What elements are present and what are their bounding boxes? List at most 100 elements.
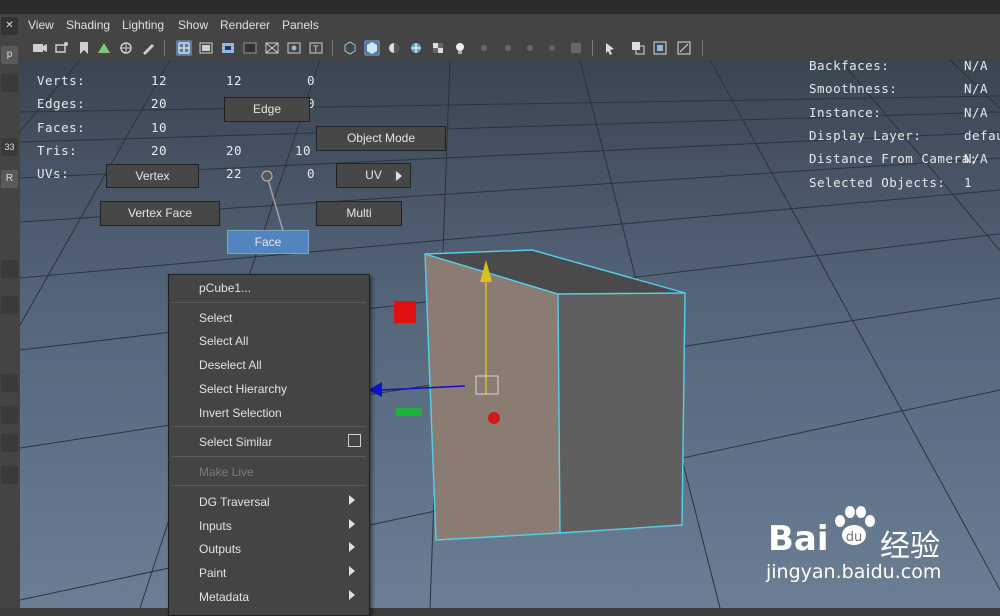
top-strip (0, 0, 1000, 14)
manipulator-red-handle (394, 301, 416, 323)
marking-menu-uv[interactable]: UV (336, 163, 411, 188)
marking-menu-face[interactable]: Face (227, 230, 309, 254)
left-panel: ✕ p 33 R (0, 14, 21, 608)
left-panel-label-1[interactable]: p (1, 46, 18, 64)
toolbar-separator (702, 40, 703, 56)
shadows-icon[interactable] (476, 40, 492, 56)
left-panel-field-4[interactable] (1, 374, 18, 392)
image-plane-icon[interactable] (96, 40, 112, 56)
left-panel-field-1[interactable] (1, 74, 18, 92)
depth-of-field-icon[interactable] (568, 40, 584, 56)
menu-item-inputs[interactable]: Inputs (199, 519, 232, 533)
left-panel-field-6[interactable] (1, 434, 18, 452)
svg-text:T: T (312, 45, 319, 55)
menu-item-deselect-all[interactable]: Deselect All (199, 358, 262, 372)
camera-attributes-icon[interactable] (54, 40, 70, 56)
grease-pencil-icon[interactable] (140, 40, 156, 56)
menu-item-paint[interactable]: Paint (199, 566, 226, 580)
panel-menu-bar: View Shading Lighting Show Renderer Pane… (20, 14, 1000, 36)
camera-icon[interactable] (32, 40, 48, 56)
marking-menu-origin (261, 170, 273, 182)
watermark-url: jingyan.baidu.com (766, 561, 942, 583)
marking-menu-edge[interactable]: Edge (224, 97, 310, 122)
film-gate-icon[interactable] (198, 40, 214, 56)
safe-title-icon[interactable]: T (308, 40, 324, 56)
marking-menu-vertex-face[interactable]: Vertex Face (100, 201, 220, 226)
toolbar-separator (164, 40, 165, 56)
menu-item-pcube1[interactable]: pCube1... (199, 281, 251, 295)
xray-joints-icon[interactable] (676, 40, 692, 56)
svg-text:du: du (846, 530, 863, 545)
watermark-brand-cn: 经验 (880, 529, 940, 564)
submenu-arrow-icon (349, 590, 355, 600)
screen-space-ao-icon[interactable] (500, 40, 516, 56)
cube-right-face (558, 293, 685, 533)
left-panel-field-3[interactable] (1, 296, 18, 314)
use-default-material-icon[interactable] (386, 40, 402, 56)
2d-pan-zoom-icon[interactable] (118, 40, 134, 56)
submenu-arrow-icon (349, 566, 355, 576)
bookmark-icon[interactable] (76, 40, 92, 56)
menu-item-metadata[interactable]: Metadata (199, 590, 249, 604)
motion-blur-icon[interactable] (522, 40, 538, 56)
menu-separator (171, 426, 366, 427)
menu-separator (171, 485, 366, 486)
menu-shading[interactable]: Shading (66, 18, 110, 32)
toolbar-separator (592, 40, 593, 56)
marking-menu-multi[interactable]: Multi (316, 201, 402, 226)
submenu-arrow-icon (396, 171, 402, 181)
watermark: Bai du 经验 jingyan.baidu.com (760, 497, 995, 592)
submenu-arrow-icon (349, 519, 355, 529)
menu-item-dg-traversal[interactable]: DG Traversal (199, 495, 270, 509)
menu-item-select[interactable]: Select (199, 311, 232, 325)
menu-separator (171, 456, 366, 457)
safe-action-icon[interactable] (286, 40, 302, 56)
wireframe-icon[interactable] (342, 40, 358, 56)
menu-item-select-hierarchy[interactable]: Select Hierarchy (199, 382, 287, 396)
menu-item-invert-selection[interactable]: Invert Selection (199, 406, 282, 420)
panel-toolbar: T (20, 36, 1000, 61)
resolution-gate-icon[interactable] (220, 40, 236, 56)
menu-show[interactable]: Show (178, 18, 208, 32)
left-panel-field-5[interactable] (1, 406, 18, 424)
menu-panels[interactable]: Panels (282, 18, 319, 32)
xray-active-components-icon[interactable] (652, 40, 668, 56)
toolbar-separator (332, 40, 333, 56)
marking-menu-uv-label: UV (365, 168, 382, 182)
submenu-arrow-icon (349, 495, 355, 505)
textured-icon[interactable] (430, 40, 446, 56)
manipulator-green-handle (396, 408, 422, 416)
context-menu: pCube1... Select Select All Deselect All… (168, 274, 370, 616)
anti-aliasing-icon[interactable] (544, 40, 560, 56)
xray-icon[interactable] (630, 40, 646, 56)
close-icon[interactable]: ✕ (1, 17, 18, 35)
watermark-brand: Bai (768, 519, 829, 559)
menu-item-outputs[interactable]: Outputs (199, 542, 241, 556)
cube-front-selected-face (425, 254, 560, 540)
gate-mask-icon[interactable] (242, 40, 258, 56)
menu-item-select-all[interactable]: Select All (199, 334, 248, 348)
menu-view[interactable]: View (28, 18, 54, 32)
wireframe-on-shaded-icon[interactable] (408, 40, 424, 56)
baidu-paw-icon: du (835, 506, 875, 545)
menu-lighting[interactable]: Lighting (122, 18, 164, 32)
marking-menu-object-mode[interactable]: Object Mode (316, 126, 446, 151)
manipulator-pivot (488, 412, 500, 424)
grid-icon[interactable] (176, 40, 192, 56)
menu-renderer[interactable]: Renderer (220, 18, 270, 32)
left-panel-label-3[interactable]: R (1, 170, 18, 188)
menu-item-select-similar[interactable]: Select Similar (199, 435, 272, 449)
smooth-shade-icon[interactable] (364, 40, 380, 56)
left-panel-field-7[interactable] (1, 466, 18, 484)
option-box-icon[interactable] (348, 434, 361, 447)
submenu-arrow-icon (349, 542, 355, 552)
hud-uvs: UVs:22220 (37, 166, 316, 181)
left-panel-field-2[interactable] (1, 260, 18, 278)
lights-icon[interactable] (452, 40, 468, 56)
isolate-select-icon[interactable] (602, 40, 618, 56)
menu-separator (171, 302, 366, 303)
left-panel-label-2: 33 (1, 138, 18, 156)
field-chart-icon[interactable] (264, 40, 280, 56)
marking-menu-vertex[interactable]: Vertex (106, 164, 199, 188)
menu-item-make-live: Make Live (199, 465, 254, 479)
